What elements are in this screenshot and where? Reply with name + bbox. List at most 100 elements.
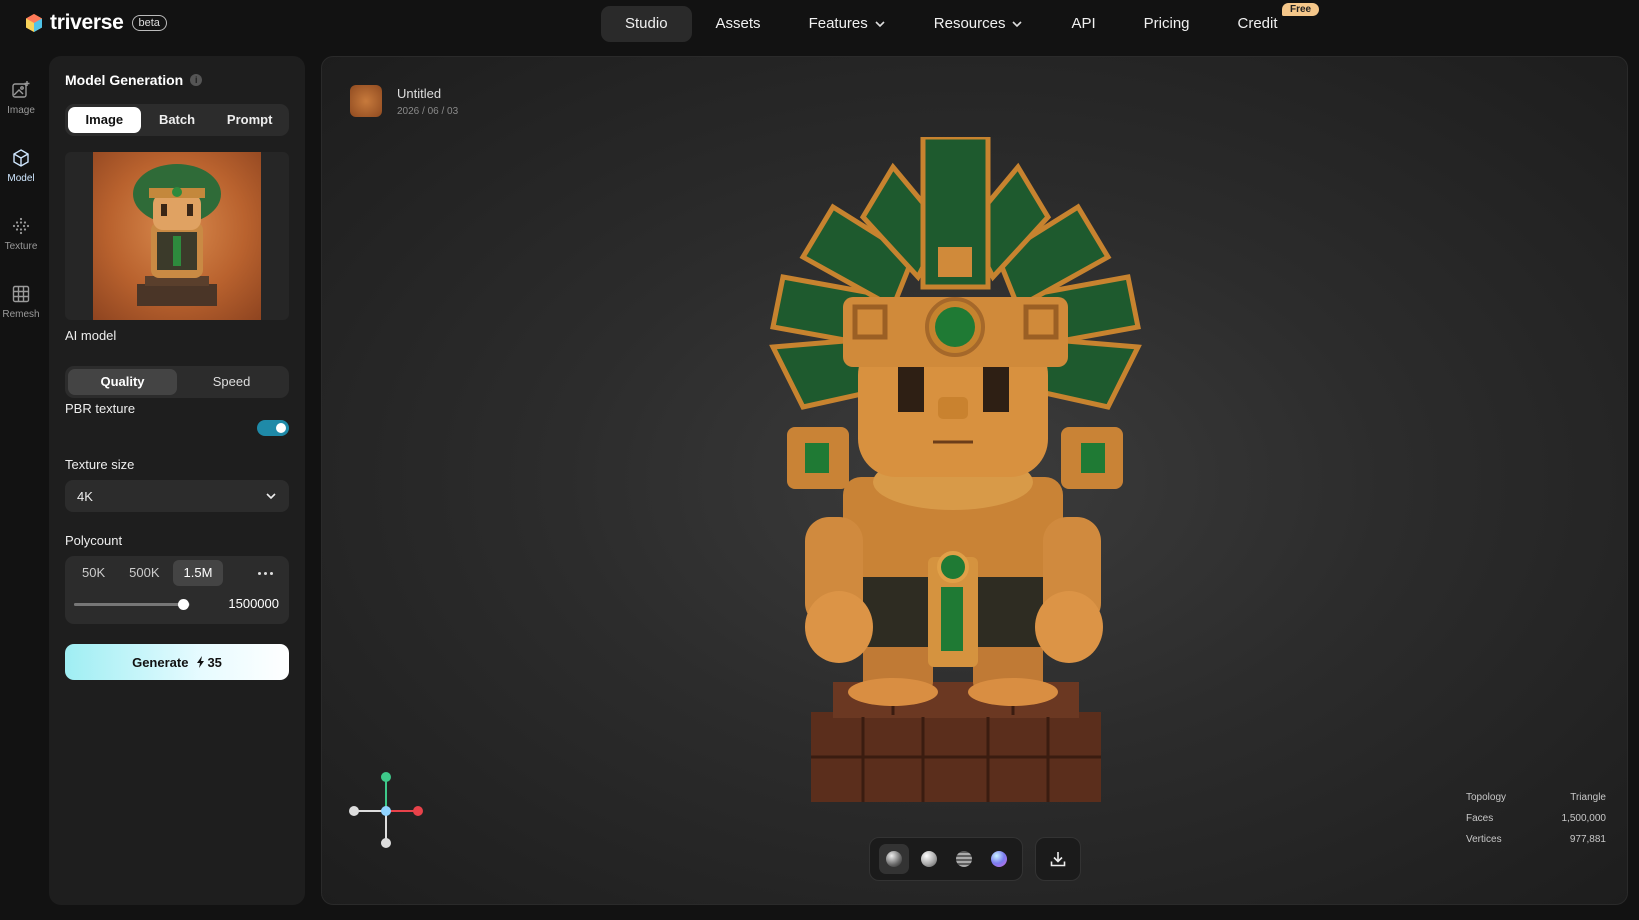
mesh-stats: Topology Triangle Faces 1,500,000 Vertic… <box>1466 787 1606 850</box>
axis-gizmo[interactable] <box>346 771 426 851</box>
nav-resources-label: Resources <box>933 15 1006 32</box>
polycount-presets: 50K 500K 1.5M <box>71 560 224 586</box>
tab-image[interactable]: Image <box>68 107 141 133</box>
polycount-control: 50K 500K 1.5M 1500000 <box>65 556 289 624</box>
solid-ball-icon <box>885 851 902 867</box>
input-mode-tabs: Image Batch Prompt <box>65 104 289 136</box>
free-badge: Free <box>1282 3 1320 16</box>
info-icon[interactable]: i <box>190 74 203 86</box>
main-nav: Studio Assets Features Resources API Pri… <box>601 6 1302 42</box>
tab-prompt[interactable]: Prompt <box>213 107 286 133</box>
credit-cost: 35 <box>196 654 222 670</box>
texture-size-value: 4K <box>77 488 93 504</box>
toggle-knob <box>276 423 286 433</box>
texture-dots-icon <box>12 217 30 235</box>
slider-fill <box>74 603 184 606</box>
stat-topology: Topology Triangle <box>1466 787 1606 808</box>
iridescent-ball-icon <box>990 851 1007 867</box>
slider-handle[interactable] <box>178 599 190 610</box>
texture-size-select[interactable]: 4K <box>65 480 289 512</box>
grid-icon <box>12 285 30 303</box>
nav-studio-label: Studio <box>625 15 668 32</box>
ai-model-label: AI model <box>65 328 117 343</box>
matte-ball-icon <box>920 851 937 867</box>
rail-item-texture-label: Texture <box>4 241 38 252</box>
rail-item-model[interactable]: Model <box>0 138 42 206</box>
texture-size-label: Texture size <box>65 457 135 472</box>
download-icon <box>1050 852 1066 867</box>
render-mode-matte[interactable] <box>914 844 944 874</box>
generate-button[interactable]: Generate 35 <box>65 644 289 680</box>
nav-credit-label: Credit <box>1237 15 1278 32</box>
nav-features[interactable]: Features <box>785 6 910 42</box>
stat-value: 1,500,000 <box>1561 813 1607 824</box>
polycount-1-5m[interactable]: 1.5M <box>172 560 224 586</box>
rail-item-texture[interactable]: Texture <box>0 206 42 274</box>
tool-rail: Image Model Texture Remesh <box>0 70 42 342</box>
polycount-50k[interactable]: 50K <box>71 560 116 586</box>
stat-label: Faces <box>1466 813 1494 824</box>
chevron-down-icon <box>875 21 885 28</box>
render-mode-bar <box>869 837 1023 881</box>
nav-pricing-label: Pricing <box>1143 15 1190 32</box>
nav-features-label: Features <box>808 15 868 32</box>
file-name[interactable]: Untitled <box>397 86 441 101</box>
cube-icon <box>13 149 29 167</box>
nav-assets[interactable]: Assets <box>692 6 785 42</box>
model-render[interactable] <box>743 137 1168 817</box>
beta-badge: beta <box>131 15 167 31</box>
rail-item-remesh-label: Remesh <box>2 309 40 320</box>
top-bar: triverse beta Studio Assets Features Res… <box>0 0 1639 48</box>
stat-value: 977,881 <box>1569 834 1606 845</box>
generate-label: Generate <box>132 654 189 670</box>
rail-item-remesh[interactable]: Remesh <box>0 274 42 342</box>
input-image-dropzone[interactable] <box>65 152 289 320</box>
stat-vertices: Vertices 977,881 <box>1466 829 1606 850</box>
polycount-label: Polycount <box>65 533 123 548</box>
render-mode-iridescent[interactable] <box>984 844 1014 874</box>
polycount-500k[interactable]: 500K <box>118 560 170 586</box>
rail-item-image-label: Image <box>7 105 35 116</box>
logo-mark-icon <box>26 14 42 32</box>
brand-name: triverse <box>50 11 124 34</box>
lightning-icon <box>197 656 205 668</box>
render-mode-wireframe[interactable] <box>949 844 979 874</box>
chevron-down-icon <box>266 493 276 500</box>
input-image-preview <box>93 152 261 320</box>
more-options-icon[interactable] <box>251 560 279 586</box>
ai-model-quality[interactable]: Quality <box>68 369 177 395</box>
pbr-texture-toggle[interactable] <box>257 420 289 436</box>
chevron-down-icon <box>1012 21 1023 28</box>
stat-label: Topology <box>1466 792 1507 803</box>
ai-model-toggle: Quality Speed <box>65 366 289 398</box>
nav-resources[interactable]: Resources <box>910 6 1048 42</box>
nav-api-label: API <box>1071 15 1096 32</box>
file-thumbnail[interactable] <box>350 85 382 117</box>
polycount-value[interactable]: 1500000 <box>205 596 279 611</box>
render-mode-solid[interactable] <box>878 844 909 874</box>
panel-title: Model Generation i <box>65 72 203 88</box>
tab-batch[interactable]: Batch <box>141 107 214 133</box>
brand-logo[interactable]: triverse beta <box>24 11 167 35</box>
stat-value: Triangle <box>1570 792 1606 803</box>
polycount-slider[interactable] <box>74 599 190 610</box>
nav-assets-label: Assets <box>715 15 761 32</box>
stat-faces: Faces 1,500,000 <box>1466 808 1606 829</box>
nav-pricing[interactable]: Pricing <box>1120 6 1214 42</box>
stat-label: Vertices <box>1466 834 1502 845</box>
figurine-thumbnail-image <box>133 164 221 306</box>
ai-model-speed[interactable]: Speed <box>177 369 286 395</box>
nav-api[interactable]: API <box>1047 6 1119 42</box>
pbr-texture-label: PBR texture <box>65 401 136 416</box>
wireframe-ball-icon <box>955 851 972 867</box>
rail-item-image[interactable]: Image <box>0 70 42 138</box>
rail-item-model-label: Model <box>7 173 35 184</box>
file-date: 2026 / 06 / 03 <box>397 106 459 117</box>
nav-studio[interactable]: Studio <box>601 6 692 42</box>
credit-cost-value: 35 <box>207 654 222 670</box>
panel-title-text: Model Generation <box>65 72 184 88</box>
image-plus-icon <box>12 81 30 98</box>
model-generation-panel: Model Generation i Image Batch Prompt AI <box>49 56 305 905</box>
download-button[interactable] <box>1035 837 1081 881</box>
3d-viewport[interactable]: Untitled 2026 / 06 / 03 Topology Triangl… <box>321 56 1628 905</box>
